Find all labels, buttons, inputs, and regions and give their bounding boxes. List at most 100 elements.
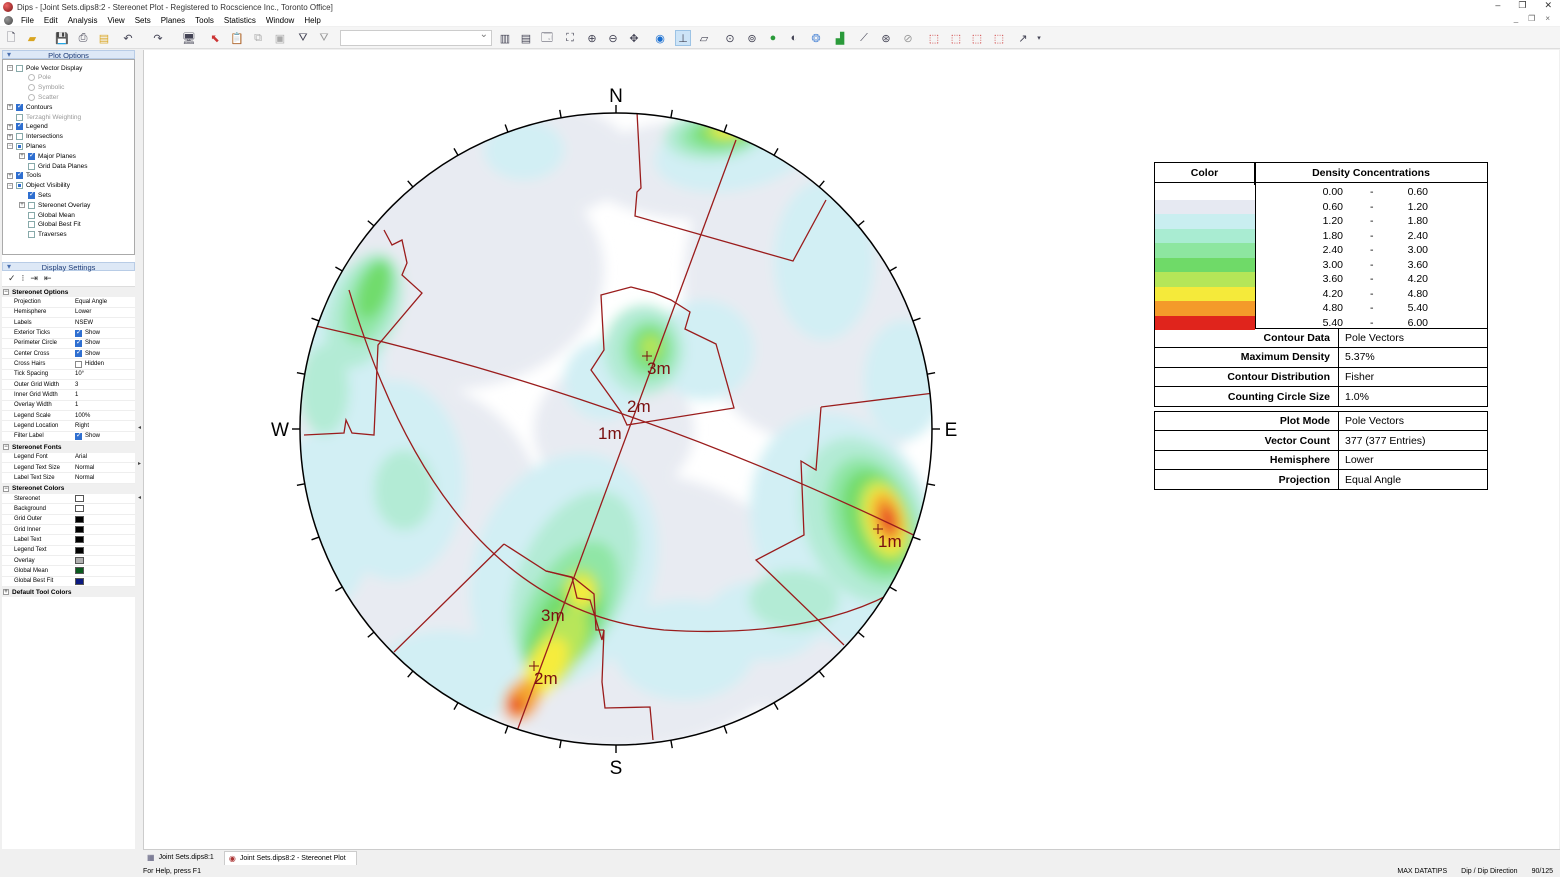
property-value[interactable] xyxy=(75,546,135,554)
tree-item[interactable]: − Planes xyxy=(7,141,46,151)
stereonet-canvas[interactable]: N S E W 3m 2m 1m 1m 3m 2m Color Density … xyxy=(143,50,1559,849)
tree-item[interactable]: + Contours xyxy=(7,102,52,112)
export-settings-icon[interactable]: ⇥ xyxy=(30,273,38,284)
property-row[interactable]: Overlay xyxy=(2,556,135,567)
add-window-2-icon[interactable]: ⬚ xyxy=(948,30,964,46)
expander-icon[interactable]: + xyxy=(3,589,9,596)
dropdown-arrow-icon[interactable]: ▾ xyxy=(1031,30,1047,46)
color-swatch[interactable] xyxy=(75,526,84,534)
property-row[interactable]: Labels NSEW xyxy=(2,318,135,329)
property-value[interactable]: Normal xyxy=(75,465,135,471)
add-set-icon[interactable]: ⊛ xyxy=(878,30,894,46)
major-planes-icon[interactable]: ◐ xyxy=(786,30,802,46)
expander-icon[interactable]: − xyxy=(3,289,9,296)
menu-analysis[interactable]: Analysis xyxy=(63,16,103,25)
filter-clear-icon[interactable]: ⛛ xyxy=(316,30,332,46)
property-value[interactable]: 3 xyxy=(75,382,135,388)
property-row[interactable]: Background xyxy=(2,504,135,515)
tree-item[interactable]: − Object Visibility xyxy=(7,181,70,191)
checkbox[interactable] xyxy=(28,231,35,239)
property-value[interactable]: 1 xyxy=(75,392,135,398)
expander-icon[interactable]: − xyxy=(7,65,13,71)
color-swatch[interactable] xyxy=(75,567,84,575)
property-value[interactable]: 100% xyxy=(75,413,135,419)
property-value[interactable]: Arial xyxy=(75,454,135,460)
remove-set-icon[interactable]: ⊘ xyxy=(900,30,916,46)
property-row[interactable]: Legend Scale 100% xyxy=(2,411,135,422)
delete-window-icon[interactable]: ⬚ xyxy=(991,30,1007,46)
property-row[interactable]: Overlay Width 1 xyxy=(2,401,135,412)
property-row[interactable]: Legend Text xyxy=(2,546,135,556)
expander-icon[interactable]: + xyxy=(19,153,25,160)
property-value[interactable] xyxy=(75,557,135,565)
checkbox[interactable] xyxy=(16,170,23,180)
pan-icon[interactable]: ✥ xyxy=(626,30,642,46)
property-row[interactable]: Perimeter Circle Show xyxy=(2,338,135,350)
tree-item[interactable]: Grid Data Planes xyxy=(19,161,88,171)
property-value[interactable]: Hidden xyxy=(75,360,135,368)
panel-splitter[interactable]: ◂ ▸ ◂ xyxy=(137,50,142,849)
property-value[interactable]: Right xyxy=(75,423,135,429)
checkbox[interactable] xyxy=(28,201,35,209)
select-icon[interactable]: ⬉ xyxy=(207,30,223,46)
minimize-button[interactable]: – xyxy=(1495,0,1500,11)
maximize-button[interactable]: ❐ xyxy=(1518,0,1526,11)
property-row[interactable]: Hemisphere Lower xyxy=(2,308,135,319)
color-swatch[interactable] xyxy=(75,505,84,513)
panel-icon[interactable]: ▤ xyxy=(518,30,534,46)
property-value[interactable] xyxy=(75,577,135,585)
zoom-extents-icon[interactable]: ⛶ xyxy=(562,30,578,46)
radio-button[interactable] xyxy=(28,84,35,92)
panel-left-icon[interactable]: ▥ xyxy=(497,30,513,46)
display-settings-header[interactable]: Display Settings xyxy=(2,262,135,272)
property-row[interactable]: Label Text Size Normal xyxy=(2,473,135,484)
property-row[interactable]: Grid Outer xyxy=(2,515,135,525)
plot-options-header[interactable]: Plot Options xyxy=(2,50,135,60)
property-row[interactable]: Global Best Fit xyxy=(2,577,135,587)
tree-item[interactable]: + Tools xyxy=(7,170,41,181)
line-plot-icon[interactable]: ⟋ xyxy=(856,30,872,46)
expander-icon[interactable]: − xyxy=(7,182,13,189)
checkbox[interactable] xyxy=(28,211,35,219)
checkbox[interactable] xyxy=(75,348,82,358)
tab-joint-sets-1[interactable]: ▦ Joint Sets.dips8:1 xyxy=(143,851,224,865)
checkbox[interactable] xyxy=(16,121,23,131)
property-row[interactable]: Exterior Ticks Show xyxy=(2,328,135,339)
expander-icon[interactable]: − xyxy=(3,485,9,492)
checkbox[interactable] xyxy=(75,328,82,337)
tree-item[interactable]: + Major Planes xyxy=(19,151,76,161)
color-swatch[interactable] xyxy=(75,515,84,523)
clipboard-icon[interactable]: 📋 xyxy=(229,30,245,46)
redo-icon[interactable]: ↷ xyxy=(150,30,166,46)
paste-icon[interactable]: ▣ xyxy=(272,30,288,46)
property-value[interactable] xyxy=(75,536,135,544)
mdi-close-button[interactable]: × xyxy=(1545,14,1550,23)
checkbox[interactable] xyxy=(28,190,35,199)
property-row[interactable]: Filter Label Show xyxy=(2,431,135,443)
arrow-tool-icon[interactable]: ↗ xyxy=(1015,30,1031,46)
checkbox[interactable] xyxy=(28,162,35,170)
checkbox[interactable] xyxy=(75,360,82,368)
color-swatch[interactable] xyxy=(75,536,84,544)
toolbar-combo[interactable] xyxy=(340,29,492,46)
radio-button[interactable] xyxy=(28,93,35,101)
tree-item[interactable]: Scatter xyxy=(19,92,59,102)
tree-item[interactable]: Sets xyxy=(19,190,51,200)
checkbox[interactable] xyxy=(16,64,23,72)
tree-item[interactable]: + Stereonet Overlay xyxy=(19,200,90,210)
rosette-icon[interactable]: ❂ xyxy=(808,30,824,46)
property-value[interactable] xyxy=(75,495,135,503)
property-group[interactable]: − Stereonet Fonts xyxy=(2,442,135,453)
tree-item[interactable]: Global Best Fit xyxy=(19,220,81,230)
copy-icon[interactable]: ⧉ xyxy=(250,30,266,46)
expander-icon[interactable]: + xyxy=(7,123,13,130)
contour-plot-icon[interactable]: ● xyxy=(765,30,781,46)
property-group[interactable]: + Default Tool Colors xyxy=(2,586,135,598)
color-swatch[interactable] xyxy=(75,577,84,585)
expander-icon[interactable]: − xyxy=(7,143,13,150)
tree-item[interactable]: + Legend xyxy=(7,121,48,132)
menu-tools[interactable]: Tools xyxy=(190,16,219,25)
property-group[interactable]: − Stereonet Options xyxy=(2,287,135,298)
export-icon[interactable]: ▤ xyxy=(96,30,112,46)
property-row[interactable]: Projection Equal Angle xyxy=(2,297,135,308)
